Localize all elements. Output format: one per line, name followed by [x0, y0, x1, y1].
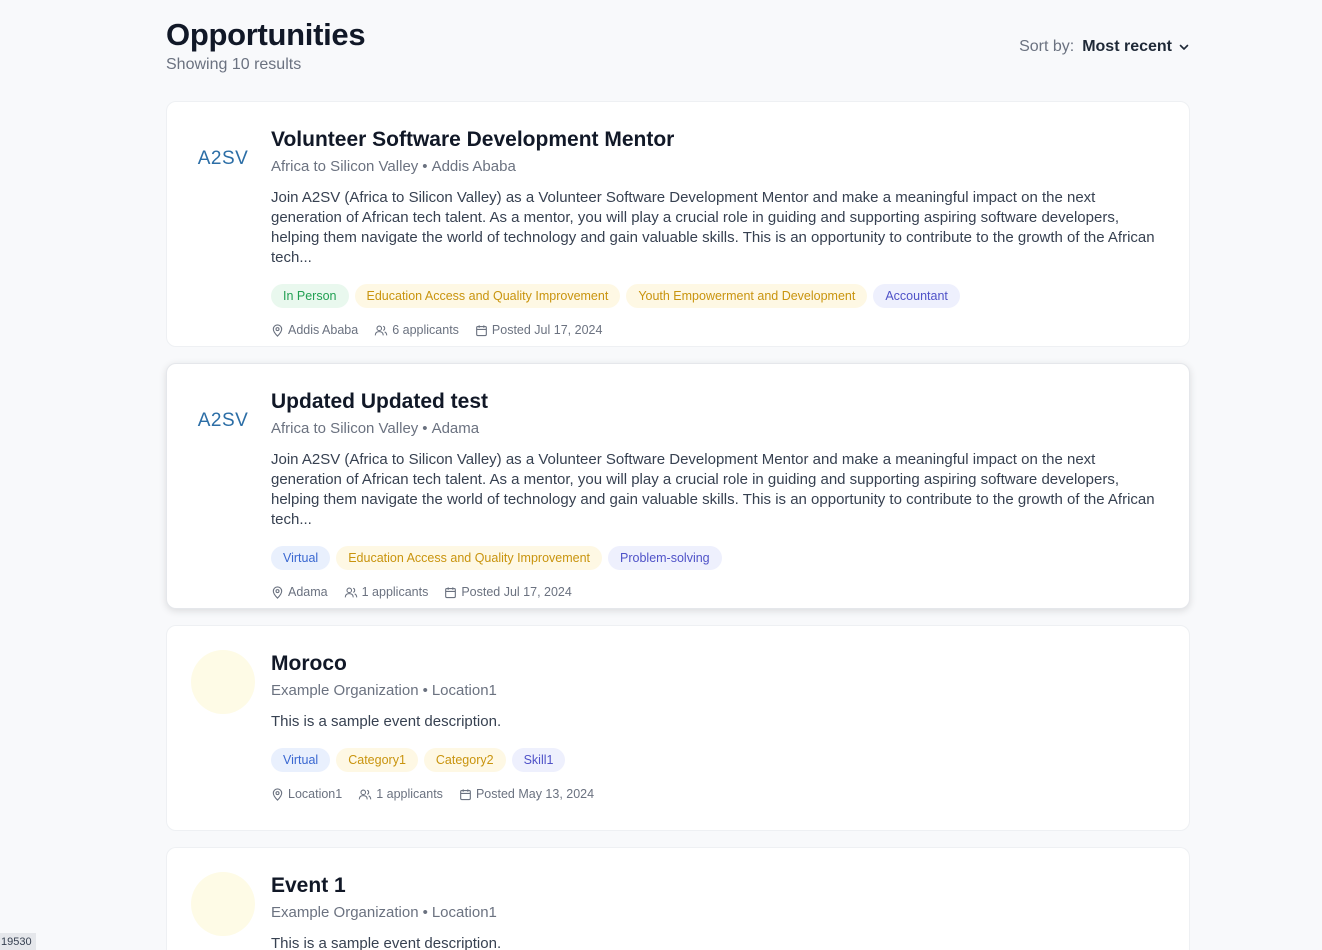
organization-logo: A2SV: [197, 409, 249, 431]
opportunity-title[interactable]: Event 1: [271, 872, 1165, 900]
sort-label: Sort by:: [1019, 38, 1075, 55]
tag-list: Virtual Category1 Category2 Skill1: [271, 748, 1165, 772]
map-pin-icon: [272, 323, 283, 337]
status-badge: 19530: [0, 933, 36, 950]
opportunity-description: Join A2SV (Africa to Silicon Valley) as …: [271, 451, 1155, 528]
tag-category: Category1: [336, 748, 418, 772]
organization-name: Example Organization: [271, 904, 419, 921]
opportunity-location: Location1: [431, 682, 497, 699]
opportunity-subtitle: Africa to Silicon Valley • Adama: [271, 420, 480, 437]
meta-location: Adama: [271, 585, 328, 599]
tag-category: Youth Empowerment and Development: [626, 284, 868, 308]
calendar-icon: [445, 586, 457, 598]
page-title: Opportunities: [166, 17, 366, 52]
organization-logo: A2SV: [197, 147, 249, 169]
opportunity-location: Adama: [431, 420, 480, 437]
opportunity-description: Join A2SV (Africa to Silicon Valley) as …: [271, 189, 1155, 266]
tag-list: In Person Education Access and Quality I…: [271, 284, 1165, 308]
tag-category: Category2: [423, 748, 506, 772]
tag-mode: Virtual: [271, 546, 331, 570]
meta-location: Location1: [271, 787, 342, 801]
organization-logo-placeholder: [191, 872, 255, 936]
tag-category: Education Access and Quality Improvement: [354, 284, 621, 308]
opportunity-card[interactable]: A2SV Volunteer Software Development Ment…: [166, 101, 1190, 347]
tag-skill: Accountant: [873, 284, 960, 308]
meta-posted: Posted May 13, 2024: [459, 787, 594, 801]
calendar-icon: [460, 788, 471, 800]
meta-posted: Posted Jul 17, 2024: [444, 585, 572, 599]
opportunity-meta: Location1 1 applicants Posted May 13, 20…: [271, 787, 1165, 801]
meta-location: Addis Ababa: [271, 323, 358, 337]
organization-logo-placeholder: [191, 650, 255, 714]
opportunity-card[interactable]: Moroco Example Organization • Location1 Th…: [166, 625, 1190, 831]
sort-dropdown[interactable]: Most recent: [1082, 38, 1190, 56]
tag-mode: In Person: [271, 284, 349, 308]
main-content: Opportunities Showing 10 results Sort by…: [166, 0, 1190, 950]
page-header: Opportunities Showing 10 results Sort by…: [166, 0, 1190, 102]
meta-applicants: 6 applicants: [374, 323, 459, 337]
users-icon: [344, 587, 357, 597]
opportunity-meta: Addis Ababa 6 applicants Posted Jul 17, …: [271, 323, 1165, 337]
tag-skill: Problem-solving: [608, 546, 722, 570]
opportunity-location: Addis Ababa: [431, 158, 516, 175]
meta-applicants: 1 applicants: [344, 585, 428, 599]
tag-mode: Virtual: [271, 748, 331, 772]
meta-applicants: 1 applicants: [358, 787, 443, 801]
opportunity-title[interactable]: Volunteer Software Development Mentor: [271, 126, 1165, 154]
sort-control: Sort by: Most recent: [1019, 38, 1190, 56]
tag-skill: Skill1: [511, 748, 566, 772]
opportunity-title[interactable]: Updated Updated test: [271, 388, 1165, 416]
opportunity-description: This is a sample event description.: [271, 713, 502, 730]
map-pin-icon: [272, 585, 283, 599]
opportunity-subtitle: Africa to Silicon Valley • Addis Ababa: [271, 158, 516, 175]
opportunity-location: Location1: [431, 904, 497, 921]
calendar-icon: [476, 324, 487, 336]
sort-value: Most recent: [1082, 38, 1172, 55]
users-icon: [374, 325, 388, 335]
opportunity-meta: Adama 1 applicants Posted Jul 17, 2024: [271, 585, 1165, 599]
opportunity-subtitle: Example Organization • Location1: [271, 904, 497, 921]
chevron-down-icon: [1179, 44, 1189, 50]
opportunity-title[interactable]: Moroco: [271, 650, 1165, 678]
organization-name: Example Organization: [271, 682, 419, 699]
tag-list: Virtual Education Access and Quality Imp…: [271, 546, 1165, 570]
opportunity-description: This is a sample event description.: [271, 935, 502, 950]
tag-category: Education Access and Quality Improvement: [336, 546, 603, 570]
meta-posted: Posted Jul 17, 2024: [475, 323, 602, 337]
map-pin-icon: [272, 787, 283, 801]
opportunity-subtitle: Example Organization • Location1: [271, 682, 497, 699]
opportunity-card[interactable]: Event 1 Example Organization • Location1 T…: [166, 847, 1190, 950]
results-count: Showing 10 results: [166, 56, 302, 73]
opportunity-card[interactable]: A2SV Updated Updated test Africa to Sili…: [166, 363, 1190, 609]
users-icon: [359, 789, 372, 799]
organization-name: Africa to Silicon Valley: [271, 158, 419, 175]
organization-name: Africa to Silicon Valley: [271, 420, 419, 437]
